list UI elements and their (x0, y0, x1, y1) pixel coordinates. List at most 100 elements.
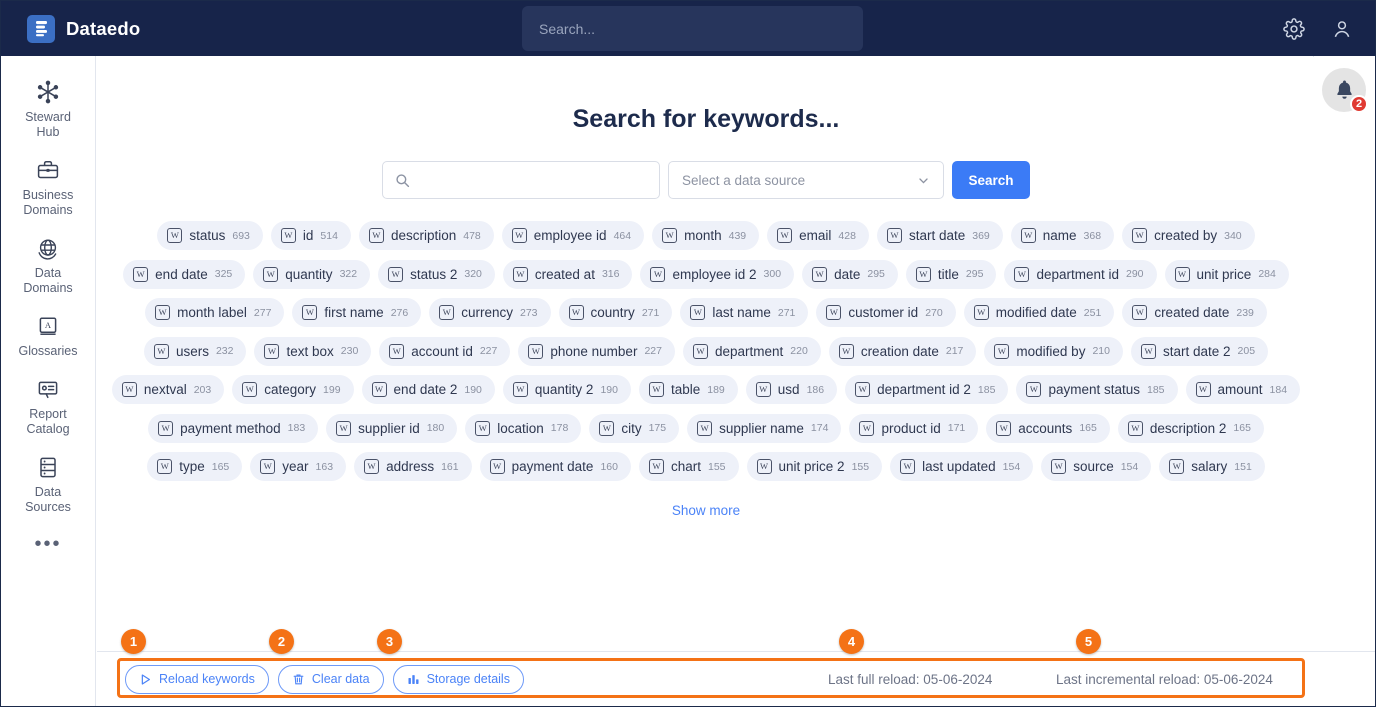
keyword-tag[interactable]: Wphone number 227 (518, 336, 675, 366)
keyword-tag[interactable]: Wemployee id 464 (501, 221, 645, 250)
keyword-tag[interactable]: Wdescription 2 165 (1117, 413, 1264, 443)
storage-details-button[interactable]: Storage details (392, 664, 524, 694)
keyword-tag[interactable]: Wdepartment 220 (682, 336, 821, 366)
keyword-tag[interactable]: Wtitle 295 (905, 259, 997, 289)
keyword-tag[interactable]: Wcity 175 (589, 413, 680, 443)
sidebar-item-glossaries[interactable]: A Glossaries (1, 304, 95, 367)
keyword-tag[interactable]: Wlast updated 154 (890, 452, 1034, 481)
keyword-tag[interactable]: Wamount 184 (1185, 375, 1301, 404)
keyword-tag[interactable]: Wusd 186 (745, 375, 838, 404)
keyword-tag[interactable]: Waccount id 227 (379, 336, 511, 366)
keyword-tag[interactable]: Wend date 325 (123, 259, 246, 289)
keyword-tag[interactable]: Wfirst name 276 (292, 298, 422, 327)
sidebar-item-data-sources[interactable]: Data Sources (1, 445, 95, 523)
search-button[interactable]: Search (952, 161, 1030, 199)
keyword-tag-label: quantity 2 (534, 382, 594, 397)
keyword-tag[interactable]: Wdate 295 (802, 259, 898, 289)
keyword-tag[interactable]: Wend date 2 190 (361, 375, 495, 404)
report-card-icon (36, 376, 60, 402)
search-input[interactable] (419, 172, 647, 188)
keyword-tag-label: nextval (143, 382, 187, 397)
word-badge-icon: W (133, 266, 149, 282)
reload-keywords-button[interactable]: Reload keywords (125, 664, 269, 694)
sidebar-item-label: Business Domains (22, 188, 74, 217)
keyword-tag[interactable]: Wquantity 322 (253, 259, 371, 289)
keyword-tag[interactable]: Wcreation date 217 (828, 336, 977, 366)
keyword-tag[interactable]: Wmonth label 277 (145, 298, 285, 327)
keyword-tag-row: Wpayment method 183 Wsupplier id 180 Wlocati… (136, 413, 1276, 443)
keyword-tag-label: name (1042, 228, 1077, 243)
keyword-tag-count: 186 (806, 383, 825, 396)
keyword-tag[interactable]: Wid 514 (270, 221, 351, 250)
keyword-tag[interactable]: Wdepartment id 290 (1004, 259, 1157, 289)
keyword-tag[interactable]: Wpayment date 160 (479, 452, 631, 481)
gear-icon[interactable] (1283, 17, 1305, 40)
sidebar-item-steward-hub[interactable]: Steward Hub (1, 70, 95, 148)
keyword-tag[interactable]: Wsupplier id 180 (326, 413, 458, 443)
word-badge-icon: W (697, 420, 713, 436)
keyword-tag[interactable]: Wmodified date 251 (963, 298, 1115, 327)
keyword-tag[interactable]: Wlocation 178 (465, 413, 582, 443)
keyword-tag[interactable]: Wemployee id 2 300 (640, 259, 795, 289)
data-source-select[interactable]: Select a data source (668, 161, 944, 199)
keyword-tag[interactable]: Wsupplier name 174 (687, 413, 842, 443)
keyword-tag[interactable]: Wcategory 199 (232, 375, 354, 404)
global-search-input[interactable]: Search... (522, 6, 863, 51)
keyword-tag-label: accounts (1018, 420, 1073, 436)
keyword-tag-count: 183 (287, 422, 306, 434)
keyword-tag[interactable]: Wcountry 271 (558, 298, 673, 327)
keyword-tag-label: supplier id (358, 420, 420, 436)
word-badge-icon: W (528, 343, 544, 359)
keyword-tag[interactable]: Wname 368 (1010, 221, 1115, 250)
keyword-tag-label: date (834, 266, 861, 282)
sidebar-item-data-domains[interactable]: Data Domains (1, 226, 95, 304)
app-window: Dataedo Search... Steward Hub Business D… (0, 0, 1376, 707)
keyword-tag[interactable]: Wsource 154 (1041, 452, 1152, 481)
brand[interactable]: Dataedo (27, 14, 140, 43)
keyword-tag[interactable]: Wcreated date 239 (1122, 298, 1267, 327)
keyword-tag[interactable]: Wchart 155 (638, 452, 739, 481)
keyword-tag[interactable]: Wtable 189 (638, 375, 738, 404)
sidebar-item-label: Report Catalog (26, 407, 70, 436)
clear-data-button[interactable]: Clear data (277, 664, 384, 694)
keyword-tag[interactable]: Wdepartment id 2 185 (845, 375, 1009, 404)
keyword-tag[interactable]: Wlast name 271 (680, 298, 809, 327)
keyword-tag[interactable]: Wunit price 284 (1164, 259, 1289, 289)
keyword-tag[interactable]: Wcreated by 340 (1122, 221, 1255, 250)
notifications-button[interactable]: 2 (1322, 68, 1368, 113)
keyword-tag[interactable]: Wusers 232 (143, 336, 247, 366)
keyword-tag[interactable]: Wstart date 369 (876, 221, 1003, 250)
keyword-tag[interactable]: Wnextval 203 (111, 375, 225, 404)
keyword-tag[interactable]: Wstatus 2 320 (378, 259, 495, 289)
keyword-tag[interactable]: Wmodified by 210 (984, 336, 1123, 366)
keyword-tag[interactable]: Wyear 163 (250, 452, 347, 481)
keyword-tag-count: 199 (323, 383, 341, 396)
keyword-tag[interactable]: Wcreated at 316 (502, 259, 633, 289)
sidebar-item-business-domains[interactable]: Business Domains (1, 148, 95, 226)
keyword-tag[interactable]: Wemail 428 (767, 221, 869, 250)
keyword-search-field[interactable] (382, 161, 660, 199)
user-icon[interactable] (1331, 18, 1353, 40)
show-more-link[interactable]: Show more (97, 503, 1315, 518)
word-badge-icon: W (756, 459, 772, 474)
keyword-tag[interactable]: Wstatus 693 (157, 221, 263, 250)
sidebar-item-label: Steward Hub (25, 110, 71, 139)
keyword-tag[interactable]: Wproduct id 171 (849, 413, 979, 443)
keyword-tag[interactable]: Wstart date 2 205 (1130, 336, 1269, 366)
word-badge-icon: W (512, 266, 528, 282)
sidebar-item-report-catalog[interactable]: Report Catalog (1, 367, 95, 445)
keyword-tag[interactable]: Wsalary 151 (1159, 452, 1265, 481)
keyword-tag[interactable]: Wcustomer id 270 (816, 298, 956, 327)
keyword-tag[interactable]: Wtype 165 (147, 452, 243, 481)
keyword-tag[interactable]: Wmonth 439 (652, 221, 760, 250)
keyword-tag[interactable]: Wpayment status 185 (1016, 375, 1178, 404)
sidebar-more-button[interactable]: ••• (1, 523, 95, 556)
keyword-tag[interactable]: Waccounts 165 (986, 413, 1110, 443)
keyword-tag[interactable]: Wtext box 230 (254, 336, 372, 366)
keyword-tag[interactable]: Wunit price 2 155 (746, 452, 883, 481)
keyword-tag[interactable]: Wquantity 2 190 (502, 375, 631, 404)
keyword-tag[interactable]: Wdescription 478 (358, 221, 494, 250)
keyword-tag[interactable]: Wcurrency 273 (429, 298, 551, 327)
keyword-tag[interactable]: Waddress 161 (354, 452, 472, 481)
keyword-tag[interactable]: Wpayment method 183 (148, 413, 319, 443)
